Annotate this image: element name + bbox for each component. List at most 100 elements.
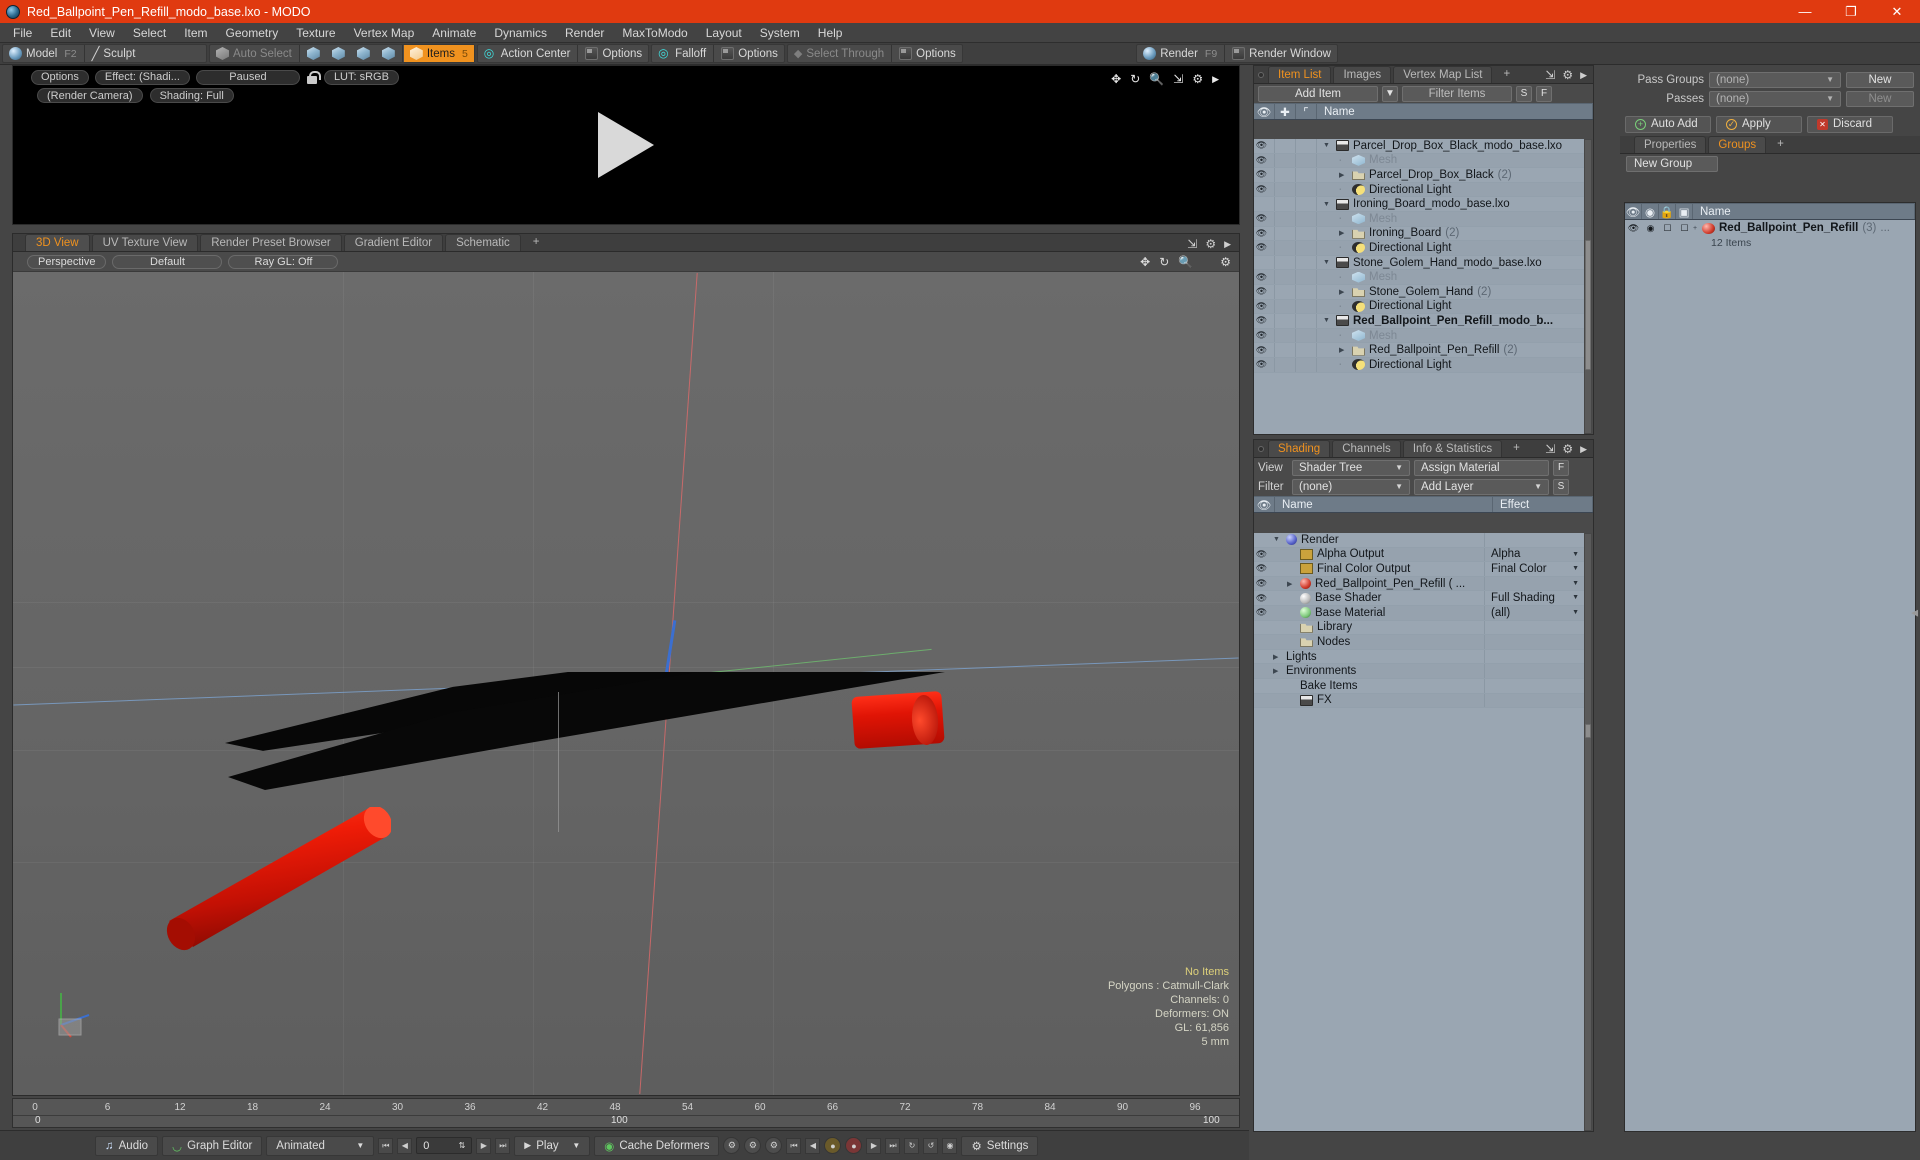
row-visibility-icon[interactable]: 👁: [1254, 242, 1269, 253]
pan-icon[interactable]: ✥: [1140, 255, 1150, 269]
row-visibility-icon[interactable]: 👁: [1254, 301, 1269, 312]
preview-lut-button[interactable]: LUT: sRGB: [323, 69, 399, 85]
table-row[interactable]: Library: [1254, 620, 1584, 636]
row-lock-cell[interactable]: [1275, 211, 1296, 226]
collapse-arrow-icon[interactable]: ▼: [1323, 142, 1332, 149]
maximize-icon[interactable]: ⇲: [1545, 68, 1555, 82]
items-mode-button[interactable]: Items 5: [403, 45, 474, 62]
add-shading-tab-button[interactable]: +: [1504, 440, 1529, 457]
ghost-button[interactable]: ◉: [942, 1137, 958, 1154]
tab-images[interactable]: Images: [1333, 66, 1392, 83]
key-next-button[interactable]: ⏭: [885, 1137, 901, 1154]
menu-item-edit[interactable]: Edit: [41, 23, 80, 43]
dynamics-toggle-button[interactable]: ⚙: [744, 1137, 762, 1154]
current-frame-field[interactable]: 0 ⇅: [416, 1137, 473, 1154]
add-layer-dropdown[interactable]: Add Layer ▼: [1414, 478, 1549, 495]
table-row[interactable]: 👁 Base Shader Full Shading ▼: [1254, 591, 1584, 606]
table-row[interactable]: 👁 ▶ Ironing_Board (2): [1254, 226, 1584, 242]
row-effect-cell[interactable]: [1484, 533, 1584, 547]
row-visibility-icon[interactable]: 👁: [1254, 549, 1269, 560]
table-row[interactable]: ▼ Stone_Golem_Hand_modo_base.lxo: [1254, 255, 1584, 271]
row-transform-cell[interactable]: [1296, 328, 1317, 343]
tab-groups[interactable]: Groups: [1708, 136, 1767, 153]
collapse-arrow-icon[interactable]: ▼: [1323, 259, 1332, 266]
row-lock-cell[interactable]: [1275, 226, 1296, 241]
row-transform-cell[interactable]: [1296, 211, 1317, 226]
menu-item-animate[interactable]: Animate: [423, 23, 485, 43]
table-row[interactable]: 👁 · Directional Light: [1254, 299, 1584, 315]
falloff-button[interactable]: ◎ Falloff: [652, 45, 712, 62]
menu-item-help[interactable]: Help: [809, 23, 852, 43]
new-pass-group-button[interactable]: New: [1846, 71, 1914, 88]
row-effect-cell[interactable]: [1484, 635, 1584, 649]
table-row[interactable]: 👁 ▶ Parcel_Drop_Box_Black (2): [1254, 168, 1584, 183]
preview-effect-button[interactable]: Effect: (Shadi...: [94, 69, 190, 85]
table-row[interactable]: 👁 ▶ Red_Ballpoint_Pen_Refill ( ... ▼: [1254, 576, 1584, 592]
animated-dropdown[interactable]: Animated ▼: [266, 1135, 375, 1156]
zoom-icon[interactable]: 🔍: [1178, 255, 1193, 269]
key-create-button[interactable]: ●: [824, 1137, 842, 1154]
rotate-icon[interactable]: ↻: [1159, 255, 1169, 269]
edge-mode-button[interactable]: [326, 45, 351, 62]
add-item-button[interactable]: Add Item: [1258, 85, 1378, 102]
expand-arrow-icon[interactable]: ▶: [1273, 667, 1282, 675]
filter-s-button[interactable]: S: [1516, 85, 1532, 102]
table-row[interactable]: ▶ Environments: [1254, 664, 1584, 679]
row-lock-cell[interactable]: [1275, 197, 1296, 211]
settings-button[interactable]: ⚙ Settings: [961, 1135, 1039, 1156]
row-visibility-icon[interactable]: 👁: [1254, 607, 1269, 618]
goto-start-button[interactable]: ⏮: [378, 1137, 394, 1154]
expand-arrow-icon[interactable]: ▶: [1273, 653, 1282, 661]
tab-item-list[interactable]: Item List: [1268, 66, 1332, 83]
cache-deformers-button[interactable]: ◉ Cache Deformers: [594, 1135, 720, 1156]
expand-arrow-icon[interactable]: +: [1693, 225, 1702, 232]
row-visibility-icon[interactable]: 👁: [1254, 359, 1269, 370]
row-name-cell[interactable]: ▼ Red_Ballpoint_Pen_Refill_modo_b...: [1317, 315, 1553, 327]
row-lock-cell[interactable]: [1275, 255, 1296, 270]
menu-item-geometry[interactable]: Geometry: [217, 23, 288, 43]
reverse-button[interactable]: ↺: [923, 1137, 939, 1154]
row-visibility-icon[interactable]: 👁: [1254, 213, 1269, 224]
menu-item-view[interactable]: View: [80, 23, 124, 43]
add-item-dropdown-button[interactable]: ▼: [1382, 85, 1398, 102]
row-effect-cell[interactable]: [1484, 693, 1584, 708]
row-transform-cell[interactable]: [1296, 241, 1317, 255]
shading-s-button[interactable]: S: [1553, 478, 1569, 495]
row-name-cell[interactable]: ▼ Parcel_Drop_Box_Black_modo_base.lxo: [1317, 140, 1562, 152]
auto-select-button[interactable]: Auto Select: [210, 45, 298, 62]
key-back-button[interactable]: ◀: [805, 1137, 821, 1154]
table-row[interactable]: FX: [1254, 693, 1584, 709]
row-lock-cell[interactable]: [1275, 284, 1296, 299]
audio-button[interactable]: ♫ Audio: [95, 1135, 159, 1156]
row-name-cell[interactable]: ▶ Red_Ballpoint_Pen_Refill (2): [1317, 344, 1517, 356]
ik-toggle-button[interactable]: ⚙: [723, 1137, 741, 1154]
table-row[interactable]: 👁 · Mesh: [1254, 153, 1584, 169]
table-row[interactable]: 👁 · Directional Light: [1254, 357, 1584, 373]
table-row[interactable]: 👁 Final Color Output Final Color ▼: [1254, 562, 1584, 577]
row-transform-cell[interactable]: [1296, 153, 1317, 168]
row-effect-cell[interactable]: [1484, 664, 1584, 678]
tab-gradient-editor[interactable]: Gradient Editor: [343, 234, 444, 251]
menu-item-maxtomodo[interactable]: MaxToModo: [613, 23, 696, 43]
row-name-cell[interactable]: ▼ Stone_Golem_Hand_modo_base.lxo: [1317, 257, 1542, 269]
collapse-arrow-icon[interactable]: ▼: [1323, 317, 1332, 324]
row-effect-cell[interactable]: [1484, 678, 1584, 693]
row-name-cell[interactable]: Alpha Output: [1269, 548, 1484, 560]
row-name-cell[interactable]: FX: [1269, 694, 1484, 706]
row-transform-cell[interactable]: [1296, 139, 1317, 153]
table-row[interactable]: 👁 ▼ Parcel_Drop_Box_Black_modo_base.lxo: [1254, 139, 1584, 154]
row-effect-cell[interactable]: [1484, 649, 1584, 664]
new-pass-button[interactable]: New: [1846, 90, 1914, 107]
row-name-cell[interactable]: ▶ Stone_Golem_Hand (2): [1317, 286, 1491, 298]
row-lock-cell[interactable]: [1275, 328, 1296, 343]
menu-item-render[interactable]: Render: [556, 23, 613, 43]
table-row[interactable]: 👁 ▶ Stone_Golem_Hand (2): [1254, 284, 1584, 300]
constraints-toggle-button[interactable]: ⚙: [765, 1137, 783, 1154]
row-transform-cell[interactable]: [1296, 197, 1317, 211]
row-effect-cell[interactable]: Full Shading ▼: [1484, 591, 1584, 605]
table-row[interactable]: 👁 · Mesh: [1254, 211, 1584, 227]
row-name-cell[interactable]: ▶ Ironing_Board (2): [1317, 227, 1459, 239]
row-name-cell[interactable]: ▶ Parcel_Drop_Box_Black (2): [1317, 169, 1512, 181]
table-row[interactable]: 👁 ▶ Red_Ballpoint_Pen_Refill (2): [1254, 343, 1584, 358]
expand-arrow-icon[interactable]: ▶: [1339, 171, 1348, 179]
